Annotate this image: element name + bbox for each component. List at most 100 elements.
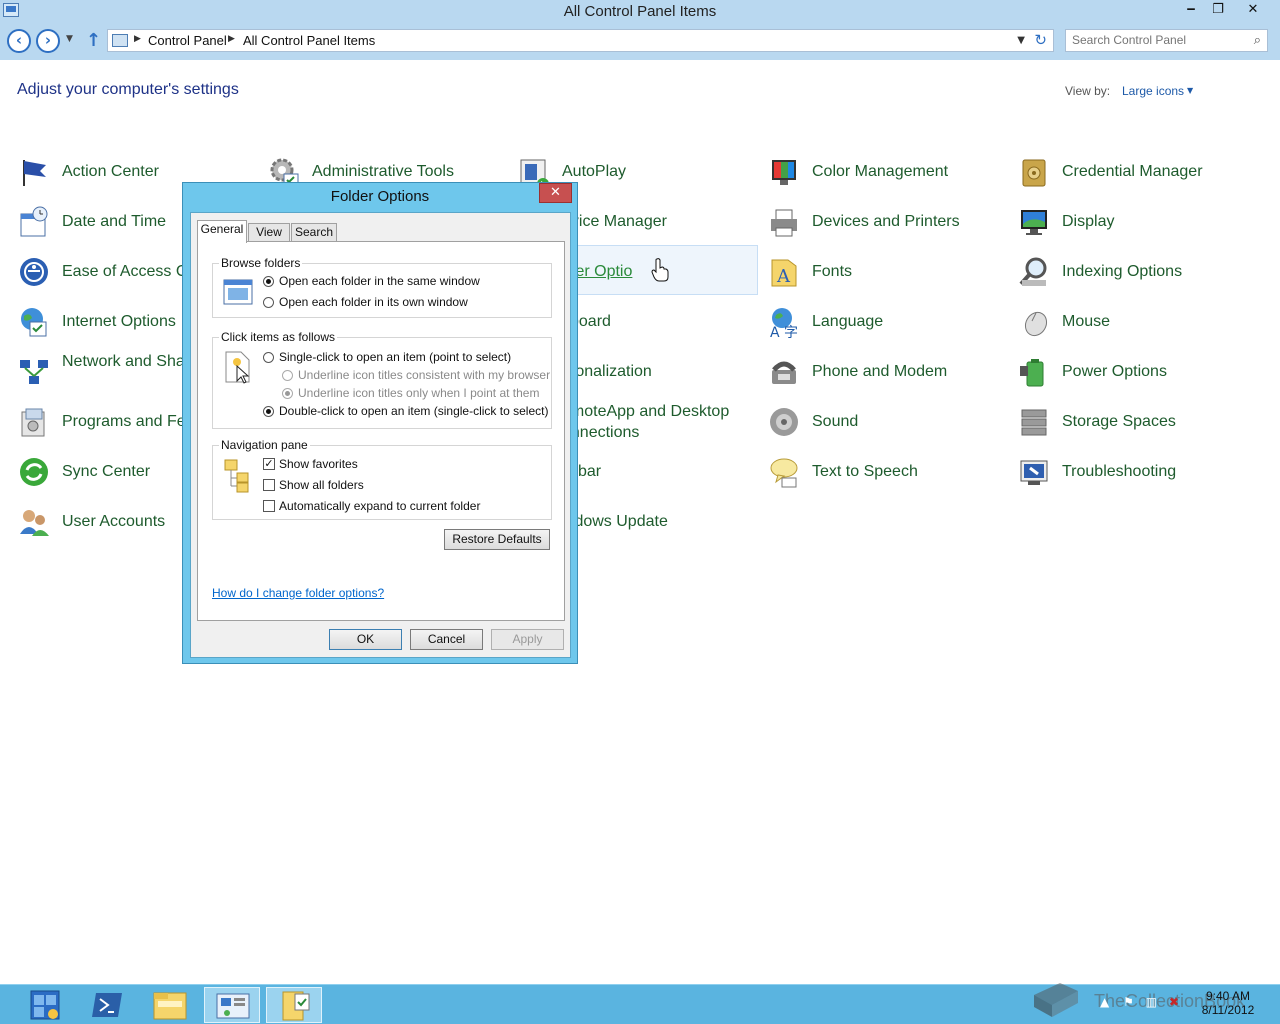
item-storage-spaces[interactable]: Storage Spaces (1018, 398, 1258, 442)
apply-button[interactable]: Apply (491, 629, 564, 650)
double-click-label[interactable]: Double-click to open an item (single-cli… (279, 404, 548, 418)
page-heading: Adjust your computer's settings (17, 81, 239, 98)
dialog-title: Folder Options (330, 188, 430, 205)
battery-icon (1020, 359, 1044, 387)
recent-pages-dropdown[interactable]: ▼ (66, 34, 73, 44)
breadcrumb-control-panel[interactable]: Control Panel (148, 33, 227, 48)
underline-browser-label[interactable]: Underline icon titles consistent with my… (298, 368, 550, 382)
restore-button[interactable]: ❐ (1203, 0, 1233, 20)
speaker-icon (770, 408, 798, 436)
underline-browser-radio[interactable] (282, 370, 293, 381)
tab-search[interactable]: Search (291, 223, 337, 242)
speaker-muted-icon[interactable]: ✖ (1169, 995, 1179, 1009)
item-label: Sync Center (62, 463, 151, 480)
group-title: Click items as follows (219, 330, 338, 344)
own-window-radio[interactable] (263, 297, 274, 308)
item-sound[interactable]: Sound (768, 398, 1008, 442)
folder-options-dialog: Folder Options ✕ General View Search Bro… (182, 182, 578, 664)
show-all-folders-label[interactable]: Show all folders (279, 478, 364, 492)
network-icon[interactable]: ▥ (1146, 995, 1157, 1009)
address-dropdown-icon[interactable]: ▼ (1017, 35, 1025, 46)
search-icon[interactable]: ⌕ (1254, 33, 1261, 48)
item-color-management[interactable]: Color Management (768, 148, 1008, 192)
fonts-icon: A (771, 259, 797, 287)
server-manager-taskbar-button[interactable] (17, 987, 73, 1023)
item-label: Ease of Access Ce (62, 263, 197, 280)
show-favorites-label[interactable]: Show favorites (279, 457, 358, 471)
tab-view[interactable]: View (248, 223, 290, 242)
show-all-folders-checkbox[interactable] (263, 479, 275, 491)
item-label: Storage Spaces (1062, 413, 1176, 430)
clock-date: 8/11/2012 (1201, 1003, 1255, 1017)
underline-point-label[interactable]: Underline icon titles only when I point … (298, 386, 539, 400)
item-label: Language (812, 313, 884, 330)
item-display[interactable]: Display (1018, 198, 1258, 242)
item-label: Mouse (1062, 313, 1111, 330)
hand-cursor-icon (651, 258, 669, 282)
ok-button[interactable]: OK (329, 629, 402, 650)
folder-tree-icon (224, 459, 249, 493)
address-bar[interactable]: ▶ Control Panel ▶ All Control Panel Item… (107, 29, 1054, 52)
flag-icon[interactable]: ⚑ (1123, 995, 1134, 1009)
same-window-radio[interactable] (263, 276, 274, 287)
view-by-dropdown[interactable]: Large icons (1122, 84, 1184, 98)
item-devices-printers[interactable]: Devices and Printers (768, 198, 1008, 242)
refresh-icon[interactable]: ↻ (1034, 31, 1047, 49)
taskbar-clock[interactable]: 9:40 AM 8/11/2012 (1196, 989, 1260, 1017)
double-click-radio[interactable] (263, 406, 274, 417)
item-troubleshooting[interactable]: Troubleshooting (1018, 448, 1258, 492)
item-power-options[interactable]: Power Options (1018, 348, 1258, 392)
show-favorites-checkbox[interactable]: ✓ (263, 458, 275, 470)
item-text-to-speech[interactable]: Text to Speech (768, 448, 1008, 492)
item-phone-modem[interactable]: Phone and Modem (768, 348, 1008, 392)
file-explorer-taskbar-button[interactable] (142, 987, 198, 1023)
underline-point-radio[interactable] (282, 388, 293, 399)
breadcrumb-chevron-icon[interactable]: ▶ (134, 34, 141, 44)
auto-expand-label[interactable]: Automatically expand to current folder (279, 499, 480, 513)
single-click-label[interactable]: Single-click to open an item (point to s… (279, 350, 511, 364)
mouse-icon (1024, 311, 1048, 337)
clock-time: 9:40 AM (1205, 989, 1251, 1003)
phone-icon (772, 361, 796, 384)
item-indexing-options[interactable]: Indexing Options (1018, 248, 1258, 292)
cancel-button[interactable]: Cancel (410, 629, 483, 650)
help-link[interactable]: How do I change folder options? (212, 586, 384, 600)
minimize-button[interactable]: ‒ (1176, 0, 1206, 20)
users-icon (20, 510, 49, 536)
system-tray: ▲ ⚑ ▥ ✖ (1100, 995, 1179, 1009)
search-input[interactable] (1072, 33, 1242, 47)
folder-options-icon (282, 991, 310, 1021)
up-button[interactable]: ↑ (86, 30, 101, 51)
control-panel-icon (216, 993, 250, 1019)
ease-of-access-icon (20, 258, 48, 286)
item-label: Color Management (812, 163, 949, 180)
item-mouse[interactable]: Mouse (1018, 298, 1258, 342)
close-button[interactable]: ✕ (1238, 0, 1268, 20)
navigation-pane-group: Navigation pane ✓ Show favorites Show al… (212, 438, 552, 520)
back-button[interactable]: ‹ (7, 29, 31, 53)
item-language[interactable]: A字 Language (768, 298, 1008, 342)
breadcrumb-chevron-icon[interactable]: ▶ (228, 34, 235, 44)
show-hidden-icons-icon[interactable]: ▲ (1100, 995, 1109, 1009)
item-label: Sound (812, 413, 859, 430)
own-window-label[interactable]: Open each folder in its own window (279, 295, 468, 309)
forward-button[interactable]: › (36, 29, 60, 53)
breadcrumb-all-items[interactable]: All Control Panel Items (243, 33, 375, 48)
item-label: Display (1062, 213, 1115, 230)
dialog-close-button[interactable]: ✕ (539, 183, 572, 203)
same-window-label[interactable]: Open each folder in the same window (279, 274, 480, 288)
single-click-radio[interactable] (263, 352, 274, 363)
book-watermark-icon (1034, 983, 1078, 1017)
powershell-taskbar-button[interactable] (80, 987, 136, 1023)
folder-options-taskbar-button[interactable] (266, 987, 322, 1023)
auto-expand-checkbox[interactable] (263, 500, 275, 512)
window-titlebar: All Control Panel Items ‒ ❐ ✕ (0, 0, 1280, 24)
monitor-icon (1021, 210, 1047, 235)
item-credential-manager[interactable]: Credential Manager (1018, 148, 1258, 192)
item-fonts[interactable]: A Fonts (768, 248, 1008, 292)
control-panel-taskbar-button[interactable] (204, 987, 260, 1023)
restore-defaults-button[interactable]: Restore Defaults (444, 529, 550, 550)
tab-general[interactable]: General (197, 220, 247, 243)
search-box[interactable]: ⌕ (1065, 29, 1268, 52)
chevron-down-icon[interactable]: ▼ (1187, 86, 1193, 95)
